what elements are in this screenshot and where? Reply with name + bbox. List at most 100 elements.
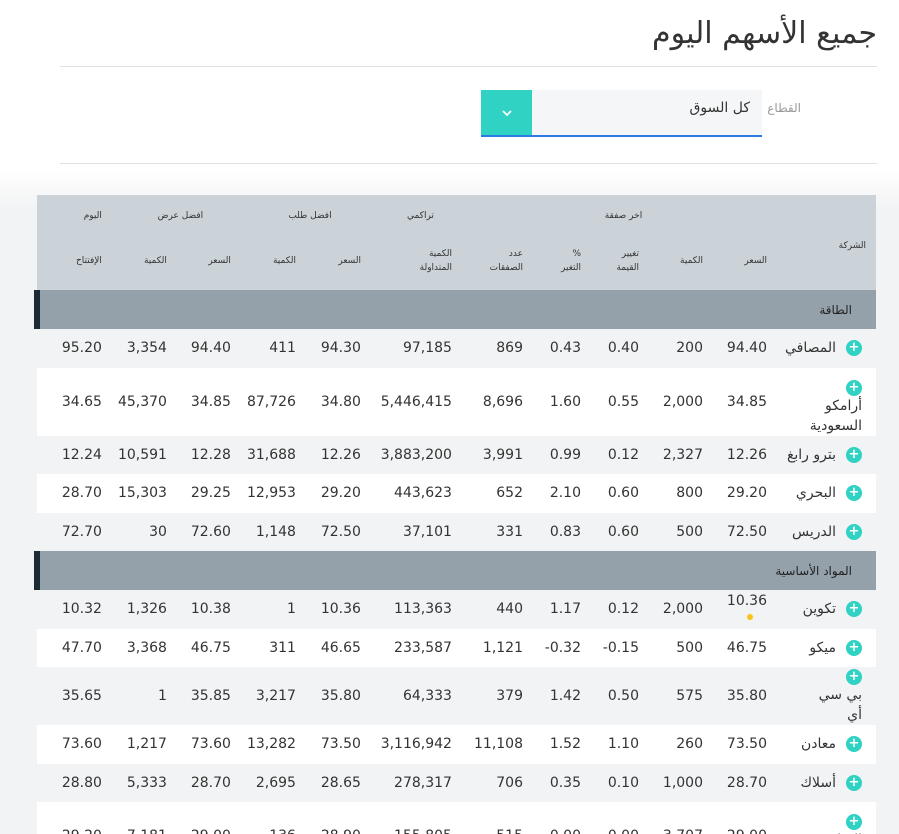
table-row[interactable]: + الدريس 72.50 500 0.60 0.83 331 37,101 72.50 1,1… [36,512,876,551]
table-row[interactable]: +اليمامة للحديد 29.00 3,707 0.00 0.00 515 155,… [36,802,876,834]
quantity-cell: 260 [653,725,717,764]
company-name-link[interactable]: أسلاك [800,773,836,793]
percent-change-cell: 1.52 [537,725,595,764]
table-row[interactable]: + أسلاك 28.70 1,000 0.10 0.35 706 278,317 28.65 2… [36,763,876,802]
offer-price-cell-value: 28.70 [190,774,231,791]
expand-plus-icon[interactable]: + [846,814,862,830]
price-cell: 10.36 [717,590,781,629]
traded-quantity-cell-value: 5,446,415 [380,393,452,410]
bid-price-cell: 72.50 [309,512,375,551]
company-name-link[interactable]: بي سي أي [802,685,862,725]
quantity-cell-value: 500 [676,523,703,540]
quantity-cell: 1,000 [653,763,717,802]
quantity-cell: 500 [653,512,717,551]
table-body: الطاقة + المصافي 94.40 200 0.40 0.43 869 97,185 9… [33,290,876,834]
quantity-cell: 800 [653,474,717,513]
company-name-link[interactable]: أرامكو السعودية [802,396,862,436]
percent-change-cell-value: 0.83 [549,523,581,540]
stocks-table: الشركة اخر صفقة تراكمي افضل طلب افضل عرض… [33,195,876,834]
percent-change-cell-value: 0.43 [549,340,581,357]
open-cell: 47.70 [36,628,116,667]
expand-plus-icon[interactable]: + [846,523,862,540]
company-cell: + معادن [781,725,876,764]
bid-quantity-cell-value: 12,953 [246,485,296,502]
traded-quantity-cell: 97,185 [374,329,466,368]
offer-price-cell: 94.40 [180,329,245,368]
offer-quantity-cell-value: 30 [149,523,167,540]
company-name-link[interactable]: بترو رابغ [787,445,836,465]
table-row[interactable]: + بترو رابغ 12.26 2,327 0.12 0.99 3,991 3,883,2… [36,435,876,474]
quantity-cell-value: 2,000 [662,393,703,410]
company-name-link[interactable]: ميكو [809,638,836,658]
open-cell-value: 12.24 [61,446,102,463]
bid-quantity-cell-value: 1,148 [255,523,296,540]
table-row[interactable]: + معادن 73.50 260 1.10 1.52 11,108 3,116,942 73.… [36,725,876,764]
bid-price-cell-value: 72.50 [320,523,361,540]
trades-cell-value: 11,108 [474,736,523,753]
company-cell: + المصافي [781,329,876,368]
bid-price-cell: 73.50 [309,725,375,764]
table-row[interactable]: + بي سي أي 35.80 575 0.50 1.42 379 64,333 35.80 3… [36,667,876,725]
table-row[interactable]: + المصافي 94.40 200 0.40 0.43 869 97,185 94.30 41… [36,329,876,368]
expand-plus-icon[interactable]: + [846,485,862,502]
offer-quantity-cell: 3,354 [115,329,181,368]
trades-cell-value: 1,121 [482,639,523,656]
column-header-offer-price: السعر [180,231,245,290]
company-cell: + البحري [781,474,876,513]
offer-quantity-cell-value: 3,368 [126,639,167,656]
percent-change-cell: 0.35 [537,763,595,802]
expand-plus-icon[interactable]: + [846,669,862,685]
value-change-cell-value: 0.12 [607,601,639,618]
value-change-cell-value: 0.12 [607,446,639,463]
offer-price-cell: 10.38 [180,590,245,629]
open-cell: 12.24 [36,435,116,474]
trades-cell-value: 331 [496,523,523,540]
company-name-link[interactable]: معادن [801,734,836,754]
expand-plus-icon[interactable]: + [846,774,862,791]
trades-cell: 869 [465,329,537,368]
table-row[interactable]: + أرامكو السعودية 34.85 2,000 0.55 1.60 8,696 5… [36,367,876,436]
value-change-cell: 0.60 [595,474,653,513]
dropdown-toggle-button[interactable] [481,90,532,135]
page-title: جميع الأسهم اليوم [652,16,877,51]
expand-plus-icon[interactable]: + [846,601,862,618]
open-cell-value: 10.32 [61,601,102,618]
company-name-link[interactable]: البحري [796,483,836,503]
company-name-link[interactable]: الدريس [792,522,836,542]
sector-select[interactable]: كل السوق [481,90,762,137]
price-cell: 34.85 [717,367,781,436]
trades-cell: 1,121 [465,628,537,667]
table-row[interactable]: + تكوين 10.36 2,000 0.12 1.17 440 113,363 10.36 1… [36,590,876,629]
traded-quantity-cell: 278,317 [374,763,466,802]
bid-price-cell-value: 35.80 [320,688,361,704]
sector-name: الطاقة [33,290,876,329]
company-name-link[interactable]: تكوين [803,599,836,619]
expand-plus-icon[interactable]: + [846,340,862,357]
table-row[interactable]: + البحري 29.20 800 0.60 2.10 652 443,623 29.20 12… [36,474,876,513]
offer-price-cell: 73.60 [180,725,245,764]
expand-plus-icon[interactable]: + [846,736,862,753]
offer-price-cell: 28.70 [180,763,245,802]
quantity-cell: 500 [653,628,717,667]
sector-row: الطاقة [33,290,876,329]
table-row[interactable]: + ميكو 46.75 500 0.15- 0.32- 1,121 233,587 46.65… [36,628,876,667]
offer-quantity-cell: 1,326 [115,590,181,629]
divider [60,66,877,67]
value-change-cell: 0.60 [595,512,653,551]
open-cell-value: 28.80 [61,774,102,791]
bid-quantity-cell: 311 [244,628,310,667]
expand-plus-icon[interactable]: + [846,379,862,396]
expand-plus-icon[interactable]: + [846,446,862,463]
company-name-link[interactable]: اليمامة للحديد [802,830,862,834]
column-header-trades: عدد الصفقات [465,231,537,290]
offer-price-cell-value: 73.60 [190,736,231,753]
bid-quantity-cell-value: 1 [287,601,296,618]
percent-change-cell-value: 1.42 [549,688,581,704]
percent-change-cell: 1.17 [537,590,595,629]
bid-quantity-cell: 1 [244,590,310,629]
company-name-link[interactable]: المصافي [785,338,836,358]
open-cell: 34.65 [36,367,116,436]
company-cell: + أسلاك [781,763,876,802]
offer-quantity-cell-value: 7,181 [127,828,167,834]
expand-plus-icon[interactable]: + [846,639,862,656]
